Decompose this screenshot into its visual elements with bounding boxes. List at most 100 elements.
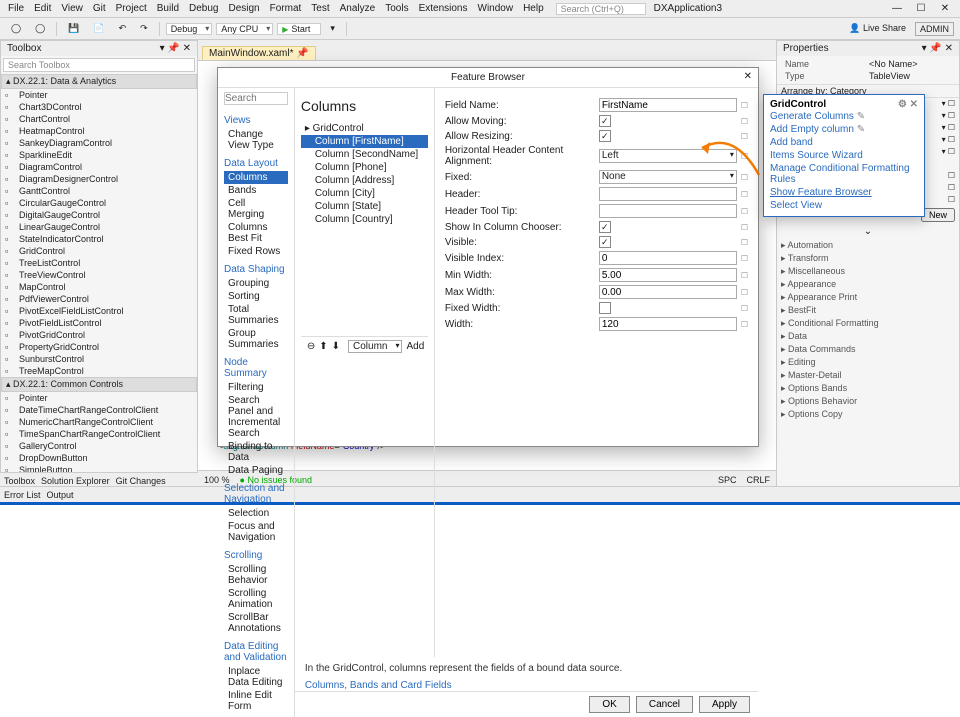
toolbox-item[interactable]: ▫TreeListControl bbox=[1, 257, 197, 269]
add-type-dropdown[interactable]: Column bbox=[348, 340, 402, 353]
tab-output[interactable]: Output bbox=[47, 490, 74, 500]
toolbox-item[interactable]: ▫GalleryControl bbox=[1, 440, 197, 452]
toolbox-item[interactable]: ▫Pointer bbox=[1, 89, 197, 101]
help-link[interactable]: Columns, Bands and Card Fields bbox=[305, 680, 748, 691]
undo-icon[interactable]: ↶ bbox=[114, 21, 132, 36]
forward-icon[interactable]: ◯ bbox=[30, 21, 50, 36]
menu-test[interactable]: Test bbox=[307, 3, 333, 14]
menu-edit[interactable]: Edit bbox=[30, 3, 55, 14]
feature-tree[interactable]: ViewsChange View TypeData LayoutColumnsB… bbox=[218, 88, 295, 717]
start-button[interactable]: Start bbox=[277, 23, 321, 35]
field-checkbox[interactable]: ✓ bbox=[599, 236, 611, 248]
save-icon[interactable]: 💾 bbox=[63, 21, 84, 36]
smart-link[interactable]: Add band bbox=[770, 136, 918, 149]
feature-item[interactable]: Group Summaries bbox=[224, 327, 288, 351]
feature-search[interactable] bbox=[224, 92, 288, 105]
property-group[interactable]: Appearance bbox=[777, 278, 959, 291]
maximize-icon[interactable]: ☐ bbox=[910, 3, 932, 14]
tab-pin-icon[interactable]: 📌 bbox=[296, 48, 308, 59]
menu-git[interactable]: Git bbox=[89, 3, 110, 14]
toolbox-item[interactable]: ▫PivotGridControl bbox=[1, 329, 197, 341]
add-button[interactable]: Add bbox=[406, 341, 424, 352]
field-input[interactable] bbox=[599, 187, 737, 201]
property-group[interactable]: Automation bbox=[777, 239, 959, 252]
field-input[interactable] bbox=[599, 268, 737, 282]
field-input[interactable] bbox=[599, 204, 737, 218]
menu-build[interactable]: Build bbox=[153, 3, 183, 14]
toolbox-item[interactable]: ▫TreeViewControl bbox=[1, 269, 197, 281]
menu-help[interactable]: Help bbox=[519, 3, 548, 14]
tab-git-changes[interactable]: Git Changes bbox=[116, 476, 166, 486]
property-group[interactable]: Data Commands bbox=[777, 343, 959, 356]
feature-item[interactable]: Focus and Navigation bbox=[224, 520, 288, 544]
smart-link[interactable]: Generate Columns ✎ bbox=[770, 110, 918, 123]
tab-error-list[interactable]: Error List bbox=[4, 490, 41, 500]
menu-design[interactable]: Design bbox=[224, 3, 263, 14]
column-item[interactable]: Column [Address] bbox=[301, 174, 428, 187]
field-input[interactable] bbox=[599, 251, 737, 265]
column-item[interactable]: Column [Phone] bbox=[301, 161, 428, 174]
toolbox-item[interactable]: ▫HeatmapControl bbox=[1, 125, 197, 137]
column-item[interactable]: Column [SecondName] bbox=[301, 148, 428, 161]
toolbox-item[interactable]: ▫Chart3DControl bbox=[1, 101, 197, 113]
feature-item[interactable]: Cell Merging bbox=[224, 197, 288, 221]
toolbox-item[interactable]: ▫LinearGaugeControl bbox=[1, 221, 197, 233]
toolbox-item[interactable]: ▫DiagramDesignerControl bbox=[1, 173, 197, 185]
toolbox-item[interactable]: ▫Pointer bbox=[1, 392, 197, 404]
toolbox-item[interactable]: ▫MapControl bbox=[1, 281, 197, 293]
feature-item[interactable]: Scrolling Behavior bbox=[224, 563, 288, 587]
apply-button[interactable]: Apply bbox=[699, 696, 750, 713]
feature-item[interactable]: Search Panel and Incremental Search bbox=[224, 394, 288, 440]
pin-icon[interactable]: ▾ 📌 ✕ bbox=[160, 43, 191, 54]
cancel-button[interactable]: Cancel bbox=[636, 696, 693, 713]
toolbox-item[interactable]: ▫StateIndicatorControl bbox=[1, 233, 197, 245]
pin-icon[interactable]: ▾ 📌 ✕ bbox=[922, 43, 953, 54]
column-item[interactable]: Column [Country] bbox=[301, 213, 428, 226]
property-group[interactable]: Editing bbox=[777, 356, 959, 369]
menu-analyze[interactable]: Analyze bbox=[336, 3, 380, 14]
property-group[interactable]: Options Behavior bbox=[777, 395, 959, 408]
toolbox-item[interactable]: ▫CircularGaugeControl bbox=[1, 197, 197, 209]
toolbox-item[interactable]: ▫TreeMapControl bbox=[1, 365, 197, 377]
property-group[interactable]: Transform bbox=[777, 252, 959, 265]
feature-item[interactable]: Bands bbox=[224, 184, 288, 197]
feature-item[interactable]: Scrolling Animation bbox=[224, 587, 288, 611]
toolbox-item[interactable]: ▫SunburstControl bbox=[1, 353, 197, 365]
toolbox-category[interactable]: ▴ DX.22.1: Common Controls bbox=[1, 377, 197, 392]
property-group[interactable]: Data bbox=[777, 330, 959, 343]
minimize-icon[interactable]: — bbox=[886, 3, 908, 14]
admin-badge[interactable]: ADMIN bbox=[915, 22, 954, 36]
back-icon[interactable]: ◯ bbox=[6, 21, 26, 36]
property-group[interactable]: Appearance Print bbox=[777, 291, 959, 304]
property-group[interactable]: Conditional Formatting bbox=[777, 317, 959, 330]
toolbox-item[interactable]: ▫GridControl bbox=[1, 245, 197, 257]
smart-link[interactable]: Show Feature Browser bbox=[770, 186, 918, 199]
redo-icon[interactable]: ↷ bbox=[135, 21, 153, 36]
save-all-icon[interactable]: 📄 bbox=[88, 21, 109, 36]
feature-item[interactable]: Sorting bbox=[224, 290, 288, 303]
feature-item[interactable]: ScrollBar Annotations bbox=[224, 611, 288, 635]
property-group[interactable]: Options Bands bbox=[777, 382, 959, 395]
property-group[interactable]: Master-Detail bbox=[777, 369, 959, 382]
toolbox-item[interactable]: ▫ChartControl bbox=[1, 113, 197, 125]
feature-item[interactable]: Grouping bbox=[224, 277, 288, 290]
field-dropdown[interactable]: None bbox=[599, 170, 737, 184]
feature-item[interactable]: Binding to Data bbox=[224, 440, 288, 464]
menu-search[interactable]: Search (Ctrl+Q) bbox=[556, 3, 646, 15]
column-item[interactable]: Column [FirstName] bbox=[301, 135, 428, 148]
menu-tools[interactable]: Tools bbox=[381, 3, 412, 14]
toolbox-item[interactable]: ▫DateTimeChartRangeControlClient bbox=[1, 404, 197, 416]
dialog-close-icon[interactable]: ✕ bbox=[744, 71, 752, 82]
property-group[interactable]: Options Copy bbox=[777, 408, 959, 421]
toolbox-item[interactable]: ▫TimeSpanChartRangeControlClient bbox=[1, 428, 197, 440]
field-checkbox[interactable] bbox=[599, 302, 611, 314]
feature-item[interactable]: Total Summaries bbox=[224, 303, 288, 327]
toolbox-category[interactable]: ▴ DX.22.1: Data & Analytics bbox=[1, 74, 197, 89]
feature-item[interactable]: Selection bbox=[224, 507, 288, 520]
ok-button[interactable]: OK bbox=[589, 696, 629, 713]
tab-solution-explorer[interactable]: Solution Explorer bbox=[41, 476, 110, 486]
toolbox-item[interactable]: ▫PivotExcelFieldListControl bbox=[1, 305, 197, 317]
field-input[interactable] bbox=[599, 285, 737, 299]
smart-link[interactable]: Manage Conditional Formatting Rules bbox=[770, 162, 918, 186]
feature-item[interactable]: Fixed Rows bbox=[224, 245, 288, 258]
